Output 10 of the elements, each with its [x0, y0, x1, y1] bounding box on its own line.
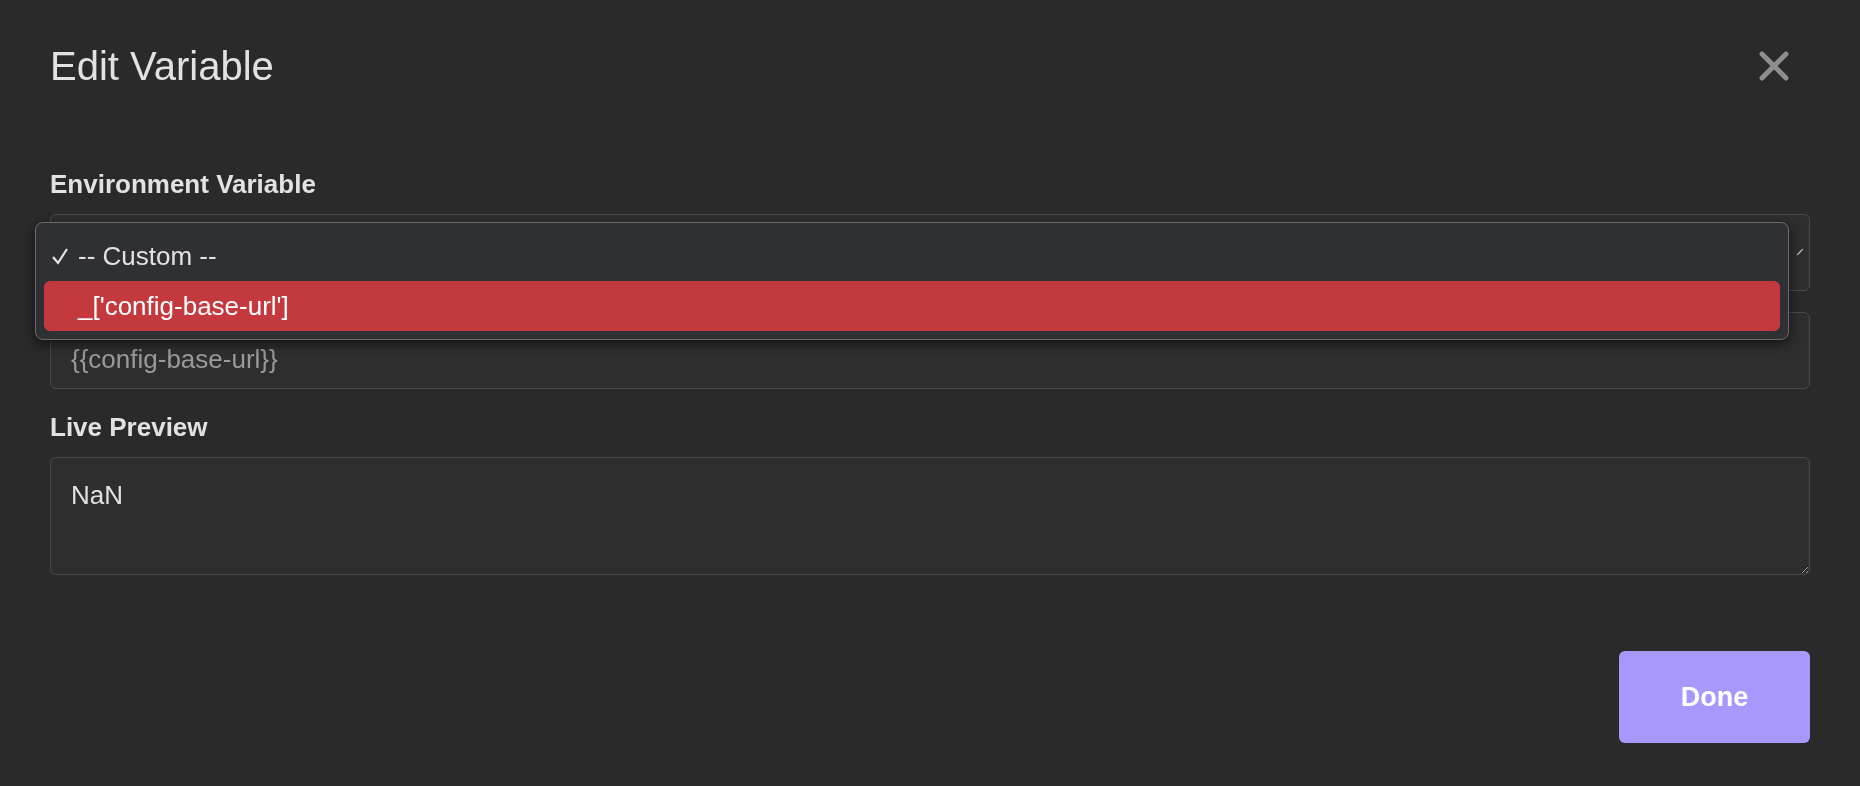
field-label: Live Preview: [50, 411, 209, 443]
resize-grip-icon: [1797, 249, 1803, 255]
field-label: Environment Variable: [50, 168, 317, 200]
check-icon: [50, 246, 70, 266]
close-button[interactable]: [1757, 49, 1791, 83]
dialog-title: Edit Variable: [50, 43, 274, 90]
dropdown-option[interactable]: _['config-base-url']: [44, 281, 1780, 331]
close-icon: [1759, 51, 1789, 81]
preview-field[interactable]: NaN: [50, 457, 1810, 575]
dropdown-option[interactable]: -- Custom --: [44, 231, 1780, 281]
